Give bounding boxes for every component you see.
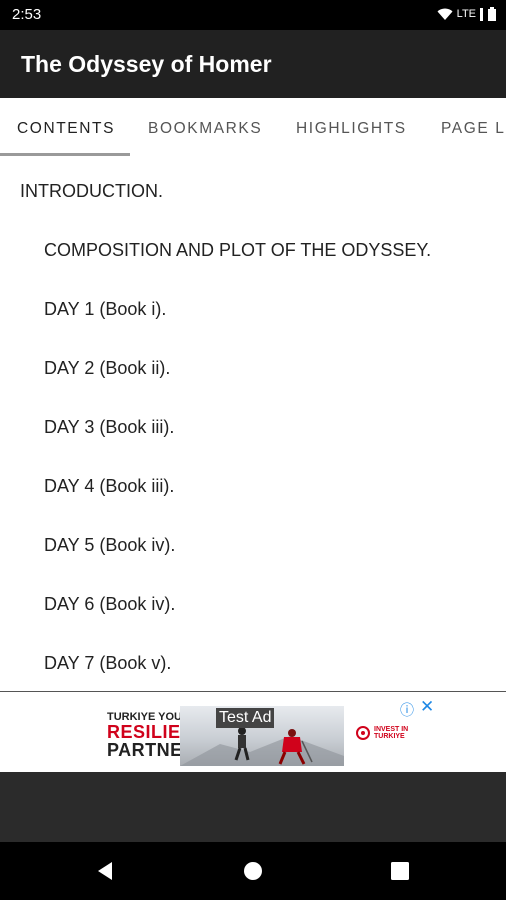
ad-banner[interactable]: TURKIYE YOUR RESILIENT PARTNER Test Ad I… bbox=[0, 691, 506, 773]
navigation-bar bbox=[0, 842, 506, 900]
contents-item-introduction[interactable]: INTRODUCTION. bbox=[20, 181, 163, 202]
tab-contents[interactable]: CONTENTS bbox=[17, 120, 115, 138]
app-bar: The Odyssey of Homer bbox=[0, 30, 506, 98]
empty-area bbox=[0, 772, 506, 842]
status-icons: LTE bbox=[437, 7, 496, 21]
app-title: The Odyssey of Homer bbox=[21, 51, 272, 77]
contents-item-day-1[interactable]: DAY 1 (Book i). bbox=[44, 299, 166, 320]
home-icon[interactable] bbox=[243, 861, 263, 881]
ad-sponsor: INVEST IN TURKIYE bbox=[356, 726, 420, 740]
tab-bookmarks[interactable]: BOOKMARKS bbox=[148, 120, 262, 138]
tab-indicator bbox=[0, 153, 130, 156]
back-icon[interactable] bbox=[96, 861, 116, 881]
ad-label: Test Ad bbox=[216, 708, 275, 728]
contents-list: INTRODUCTION. COMPOSITION AND PLOT OF TH… bbox=[0, 158, 506, 691]
tab-highlights[interactable]: HIGHLIGHTS bbox=[296, 120, 407, 138]
status-time: 2:53 bbox=[12, 6, 42, 23]
ad-image[interactable]: Test Ad bbox=[180, 706, 344, 766]
status-bar: 2:53 LTE bbox=[0, 0, 506, 30]
wifi-icon bbox=[437, 8, 453, 20]
contents-item-day-7[interactable]: DAY 7 (Book v). bbox=[44, 653, 171, 674]
battery-icon bbox=[488, 7, 496, 21]
tab-page-list[interactable]: PAGE L bbox=[441, 120, 505, 138]
close-icon[interactable]: ✕ bbox=[420, 697, 434, 717]
contents-item-day-6[interactable]: DAY 6 (Book iv). bbox=[44, 594, 175, 615]
recents-icon[interactable] bbox=[391, 862, 409, 880]
contents-item-composition[interactable]: COMPOSITION AND PLOT OF THE ODYSSEY. bbox=[44, 240, 431, 261]
contents-item-day-2[interactable]: DAY 2 (Book ii). bbox=[44, 358, 170, 379]
network-label: LTE bbox=[456, 8, 476, 20]
contents-item-day-5[interactable]: DAY 5 (Book iv). bbox=[44, 535, 175, 556]
signal-icon bbox=[480, 7, 483, 21]
contents-item-day-3[interactable]: DAY 3 (Book iii). bbox=[44, 417, 174, 438]
contents-item-day-4[interactable]: DAY 4 (Book iii). bbox=[44, 476, 174, 497]
sponsor-logo-icon bbox=[356, 726, 370, 740]
info-icon[interactable]: ⓘ bbox=[400, 700, 414, 720]
tab-bar: CONTENTS BOOKMARKS HIGHLIGHTS PAGE L bbox=[0, 98, 506, 158]
ad-sponsor-text: INVEST IN TURKIYE bbox=[374, 726, 409, 740]
